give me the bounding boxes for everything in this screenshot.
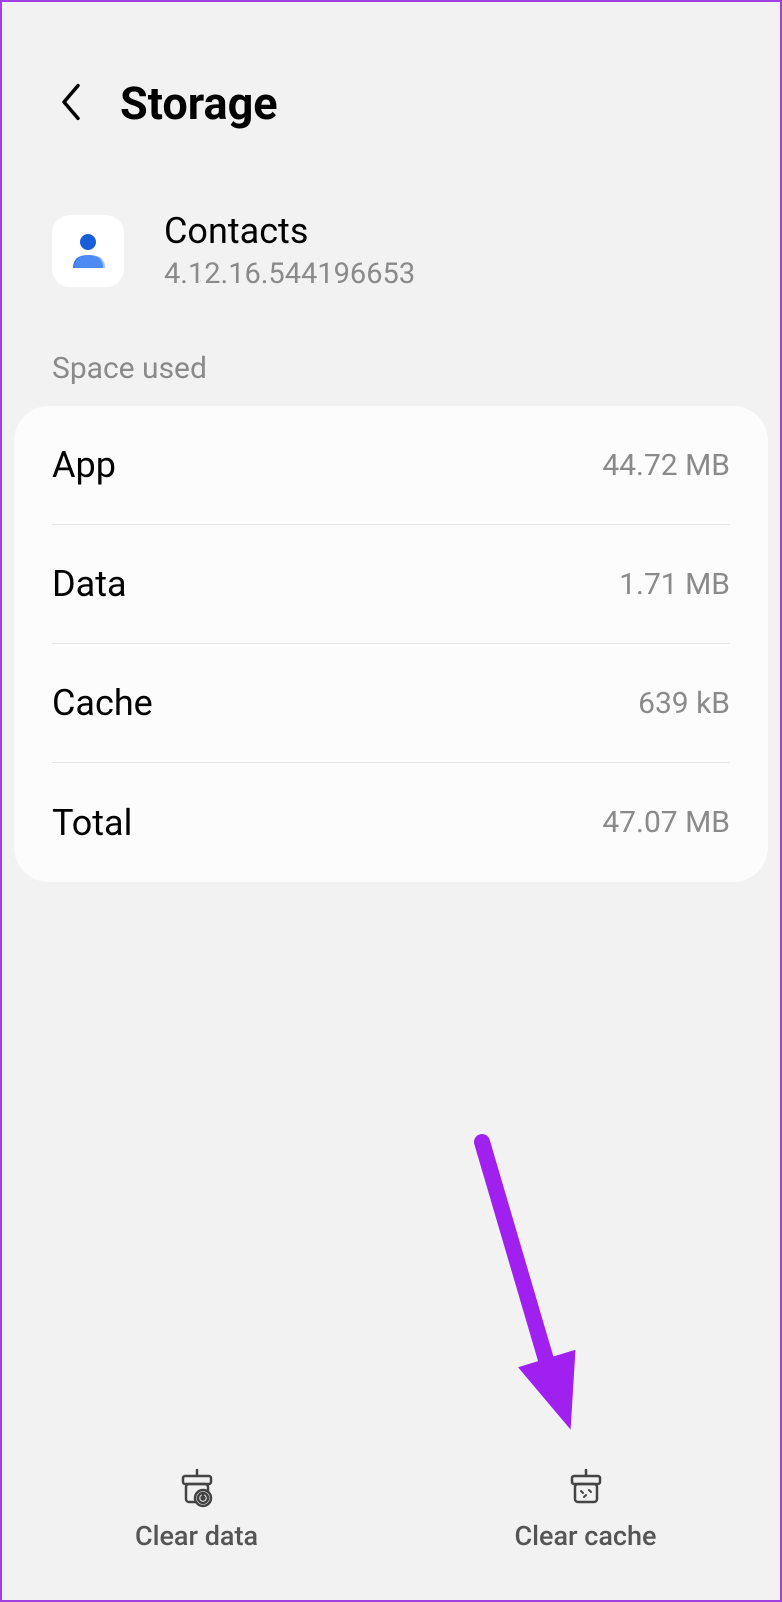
clear-cache-icon bbox=[564, 1464, 608, 1508]
clear-data-button[interactable]: Clear data bbox=[2, 1440, 391, 1575]
app-version: 4.12.16.544196653 bbox=[164, 257, 415, 291]
page-title: Storage bbox=[120, 77, 278, 130]
clear-data-icon bbox=[175, 1464, 219, 1508]
row-value: 47.07 MB bbox=[602, 805, 730, 840]
storage-card: App 44.72 MB Data 1.71 MB Cache 639 kB T… bbox=[14, 406, 768, 882]
row-label: Total bbox=[52, 802, 132, 844]
app-info-section: Contacts 4.12.16.544196653 bbox=[2, 170, 780, 351]
clear-cache-button[interactable]: Clear cache bbox=[391, 1440, 780, 1575]
app-icon bbox=[52, 215, 124, 287]
bottom-action-bar: Clear data Clear cache bbox=[2, 1440, 780, 1600]
row-label: App bbox=[52, 444, 116, 486]
storage-row-cache: Cache 639 kB bbox=[52, 644, 730, 763]
annotation-arrow bbox=[442, 1132, 612, 1452]
back-button[interactable] bbox=[57, 81, 85, 127]
storage-row-app: App 44.72 MB bbox=[52, 406, 730, 525]
storage-row-data: Data 1.71 MB bbox=[52, 525, 730, 644]
app-name: Contacts bbox=[164, 210, 415, 252]
row-label: Data bbox=[52, 563, 127, 605]
row-label: Cache bbox=[52, 682, 153, 724]
row-value: 1.71 MB bbox=[619, 567, 730, 602]
section-label: Space used bbox=[2, 351, 780, 406]
back-icon bbox=[57, 81, 85, 123]
storage-row-total: Total 47.07 MB bbox=[52, 763, 730, 882]
clear-data-label: Clear data bbox=[135, 1520, 258, 1552]
row-value: 639 kB bbox=[638, 686, 730, 721]
contacts-icon bbox=[65, 228, 111, 274]
clear-cache-label: Clear cache bbox=[515, 1520, 657, 1552]
header: Storage bbox=[2, 2, 780, 170]
row-value: 44.72 MB bbox=[602, 448, 730, 483]
